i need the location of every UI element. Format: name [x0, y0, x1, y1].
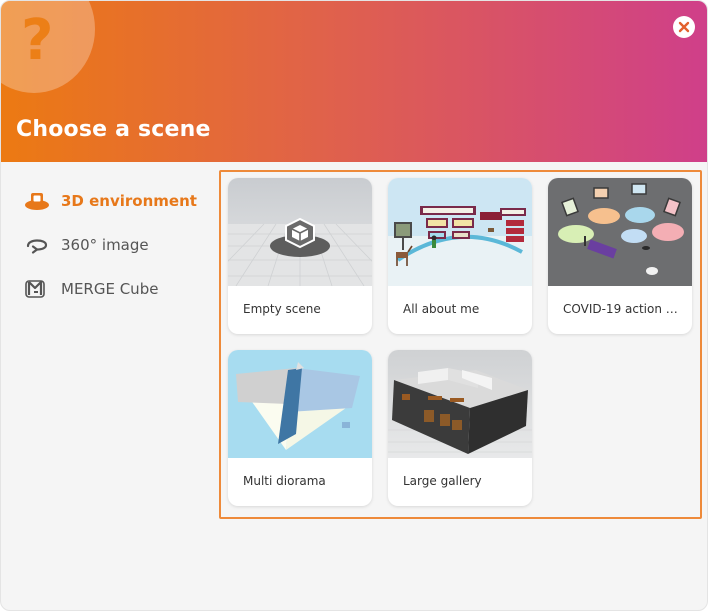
merge-cube-icon: [23, 278, 51, 300]
scene-card-name: Multi diorama: [243, 474, 326, 488]
scene-type-sidebar: 3D environment 360° image MERGE Cube: [23, 187, 203, 319]
all-about-me-thumbnail: [388, 178, 532, 286]
dialog-title: Choose a scene: [16, 117, 211, 142]
scene-card-large-gallery[interactable]: Large gallery: [388, 350, 532, 506]
sidebar-item-label: MERGE Cube: [61, 280, 159, 298]
empty-scene-thumbnail: [228, 178, 372, 286]
multi-diorama-thumbnail: [228, 350, 372, 458]
sidebar-item-3d-environment[interactable]: 3D environment: [23, 187, 203, 215]
close-icon: [678, 21, 690, 33]
scene-card-all-about-me[interactable]: All about me: [388, 178, 532, 334]
scene-card-name: All about me: [403, 302, 480, 316]
sidebar-item-label: 360° image: [61, 236, 149, 254]
sidebar-item-label: 3D environment: [61, 192, 197, 210]
large-gallery-thumbnail: [388, 350, 532, 458]
close-button[interactable]: [673, 16, 695, 38]
scene-chooser-dialog: ? Choose a scene 3D environment 360° ima…: [0, 0, 708, 611]
scene-card-empty-scene[interactable]: Empty scene: [228, 178, 372, 334]
covid-action-plan-thumbnail: [548, 178, 692, 286]
scene-card-name: COVID-19 action pl...: [563, 302, 683, 316]
scene-card-multi-diorama[interactable]: Multi diorama: [228, 350, 372, 506]
scene-card-name: Empty scene: [243, 302, 321, 316]
question-mark-icon: ?: [21, 8, 54, 73]
scene-card-name: Large gallery: [403, 474, 482, 488]
scene-card-covid-19-action-plan[interactable]: COVID-19 action pl...: [548, 178, 692, 334]
cube-stand-icon: [23, 190, 51, 212]
sidebar-item-360-image[interactable]: 360° image: [23, 231, 203, 259]
sidebar-item-merge-cube[interactable]: MERGE Cube: [23, 275, 203, 303]
dialog-header: ? Choose a scene: [1, 1, 707, 162]
rotate-360-icon: [23, 234, 51, 256]
